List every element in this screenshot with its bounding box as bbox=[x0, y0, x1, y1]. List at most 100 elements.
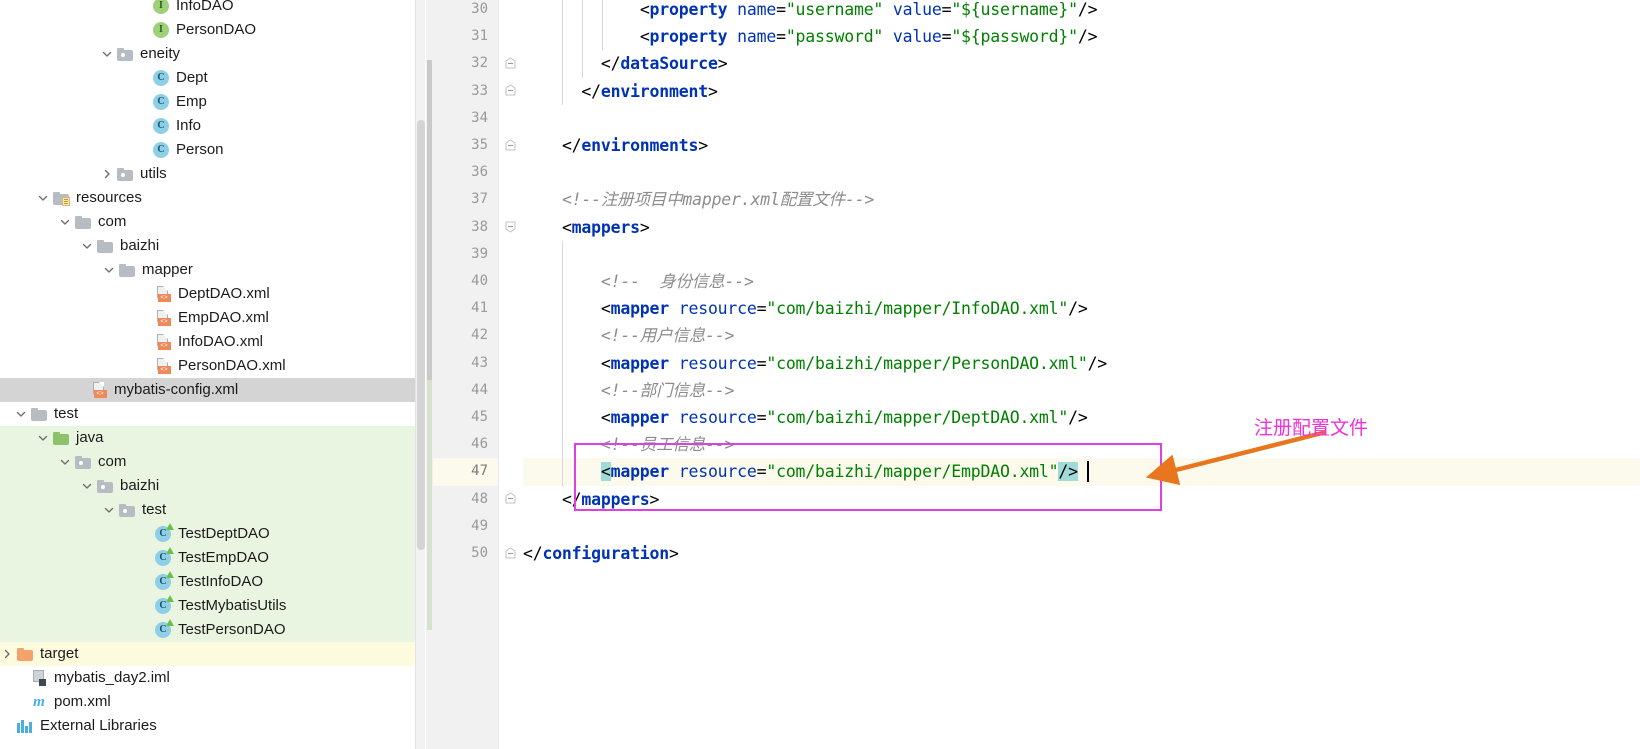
tree-item-label: pom.xml bbox=[54, 693, 111, 710]
test-marker bbox=[166, 547, 174, 554]
code-line[interactable]: <!--员工信息--> bbox=[523, 431, 1640, 459]
editor-line-number-gutter[interactable]: 30 31 32 33 34 35 36 37 38 39 40 41 42 43 44 45 46 47 48 49… bbox=[433, 0, 499, 749]
tree-row[interactable]: C TestPersonDAO bbox=[0, 618, 415, 642]
code-line[interactable]: <mapper resource="com/baizhi/mapper/Dept… bbox=[523, 404, 1640, 432]
code-line[interactable]: <mapper resource="com/baizhi/mapper/Pers… bbox=[523, 349, 1640, 377]
external-libraries-icon bbox=[16, 717, 34, 735]
target-folder-icon-glyph bbox=[17, 647, 33, 661]
tree-row[interactable]: C Dept bbox=[0, 66, 415, 90]
code-line[interactable]: <!--注册项目中mapper.xml配置文件--> bbox=[523, 186, 1640, 213]
editor-fold-column[interactable] bbox=[499, 0, 523, 749]
tree-row[interactable]: External Libraries bbox=[0, 714, 415, 738]
twisty-expanded[interactable] bbox=[100, 47, 114, 61]
tree-row[interactable]: test bbox=[0, 498, 415, 522]
tree-row[interactable]: mapper bbox=[0, 258, 415, 282]
code-line[interactable]: </environment> bbox=[523, 77, 1640, 105]
code-token: "com/baizhi/mapper/EmpDAO.xml" bbox=[766, 462, 1059, 482]
twisty-expanded[interactable] bbox=[36, 191, 50, 205]
tree-row[interactable]: <> EmpDAO.xml bbox=[0, 306, 415, 330]
tree-row[interactable]: C Info bbox=[0, 114, 415, 138]
fold-marker-end[interactable] bbox=[504, 138, 518, 153]
code-line[interactable]: <mapper resource="com/baizhi/mapper/Info… bbox=[523, 295, 1640, 323]
scrollbar-thumb[interactable] bbox=[417, 120, 425, 550]
code-line[interactable]: </environments> bbox=[523, 132, 1640, 159]
tree-item-label: com bbox=[98, 213, 127, 230]
code-line[interactable]: <mapper resource="com/baizhi/mapper/EmpD… bbox=[523, 458, 1640, 486]
twisty-expanded[interactable] bbox=[80, 239, 94, 253]
code-line[interactable] bbox=[523, 240, 1640, 268]
twisty-none bbox=[136, 143, 150, 157]
tree-row[interactable]: C TestDeptDAO bbox=[0, 522, 415, 546]
tree-row[interactable]: eneity bbox=[0, 42, 415, 66]
folder-icon bbox=[74, 213, 92, 231]
code-line[interactable] bbox=[523, 159, 1640, 186]
twisty-expanded[interactable] bbox=[102, 503, 116, 517]
tree-row[interactable]: C TestEmpDAO bbox=[0, 546, 415, 570]
class-icon-glyph: C bbox=[153, 70, 169, 86]
code-line[interactable]: </configuration> bbox=[523, 540, 1640, 567]
tree-item-label: TestEmpDAO bbox=[178, 549, 269, 566]
tree-row[interactable]: utils bbox=[0, 162, 415, 186]
twisty-collapsed[interactable] bbox=[100, 167, 114, 181]
code-editor[interactable]: 30 31 32 33 34 35 36 37 38 39 40 41 42 43 44 45 46 47 48 49… bbox=[426, 0, 1640, 749]
tree-row[interactable]: C Emp bbox=[0, 90, 415, 114]
tree-row[interactable]: <> InfoDAO.xml bbox=[0, 330, 415, 354]
target-folder-icon bbox=[16, 645, 34, 663]
twisty-expanded[interactable] bbox=[58, 215, 72, 229]
tree-row[interactable]: test bbox=[0, 402, 415, 426]
code-line[interactable]: <property name="username" value="${usern… bbox=[523, 0, 1640, 24]
code-token: <!--注册项目中mapper.xml配置文件--> bbox=[561, 190, 875, 210]
code-line[interactable]: </mappers> bbox=[523, 486, 1640, 513]
code-line[interactable]: <!--用户信息--> bbox=[523, 322, 1640, 350]
code-token: < bbox=[600, 408, 611, 427]
twisty-collapsed[interactable] bbox=[0, 647, 14, 661]
source-folder-icon-glyph bbox=[53, 431, 69, 445]
project-tree-scrollbar[interactable] bbox=[415, 0, 425, 749]
twisty-expanded[interactable] bbox=[14, 407, 28, 421]
tree-row[interactable]: <> PersonDAO.xml bbox=[0, 354, 415, 378]
fold-marker-start[interactable] bbox=[504, 220, 518, 234]
code-line[interactable]: <!--部门信息--> bbox=[523, 376, 1640, 404]
code-line[interactable]: <mappers> bbox=[523, 214, 1640, 241]
tree-row[interactable]: m pom.xml bbox=[0, 690, 415, 714]
folder-icon bbox=[118, 261, 136, 279]
twisty-expanded[interactable] bbox=[36, 431, 50, 445]
xml-file-glyph: <> bbox=[156, 358, 171, 374]
tree-row[interactable]: java bbox=[0, 426, 415, 450]
project-tree-panel[interactable]: I InfoDAO I PersonDAO eneity C Dept C Emp C Info C P… bbox=[0, 0, 415, 749]
tree-row[interactable]: I PersonDAO bbox=[0, 18, 415, 42]
code-line[interactable]: <property name="password" value="${passw… bbox=[523, 23, 1640, 51]
code-token: = bbox=[756, 353, 767, 373]
tree-row[interactable]: com bbox=[0, 210, 415, 234]
fold-marker-end[interactable] bbox=[504, 546, 518, 561]
twisty-expanded[interactable] bbox=[102, 263, 116, 277]
twisty-expanded[interactable] bbox=[58, 455, 72, 469]
interface-icon-glyph: I bbox=[153, 0, 169, 14]
tree-row[interactable]: C TestMybatisUtils bbox=[0, 594, 415, 618]
fold-marker-end[interactable] bbox=[504, 84, 518, 98]
tree-row[interactable]: mybatis_day2.iml bbox=[0, 666, 415, 690]
package-folder-icon-glyph bbox=[97, 479, 113, 493]
tree-row[interactable]: C TestInfoDAO bbox=[0, 570, 415, 594]
code-text: <!--用户信息--> bbox=[523, 322, 735, 349]
tree-row[interactable]: I InfoDAO bbox=[0, 0, 415, 18]
tree-row[interactable]: baizhi bbox=[0, 474, 415, 498]
code-token: < bbox=[639, 27, 650, 47]
tree-row[interactable]: <> DeptDAO.xml bbox=[0, 282, 415, 306]
tree-row[interactable]: resources bbox=[0, 186, 415, 210]
fold-marker-end[interactable] bbox=[504, 492, 518, 506]
code-line[interactable] bbox=[523, 513, 1640, 540]
twisty-expanded[interactable] bbox=[80, 479, 94, 493]
tree-row[interactable]: <> mybatis-config.xml bbox=[0, 378, 415, 402]
tree-row[interactable]: target bbox=[0, 642, 415, 666]
tree-row[interactable]: baizhi bbox=[0, 234, 415, 258]
tree-row[interactable]: C Person bbox=[0, 138, 415, 162]
fold-marker-end[interactable] bbox=[504, 57, 518, 71]
editor-code-area[interactable]: <property name="username" value="${usern… bbox=[523, 0, 1640, 749]
code-line[interactable] bbox=[523, 105, 1640, 132]
twisty-none bbox=[138, 551, 152, 565]
tree-row[interactable]: com bbox=[0, 450, 415, 474]
code-line[interactable]: <!-- 身份信息--> bbox=[523, 268, 1640, 296]
code-line[interactable]: </dataSource> bbox=[523, 50, 1640, 78]
code-token: /> bbox=[1068, 408, 1088, 427]
